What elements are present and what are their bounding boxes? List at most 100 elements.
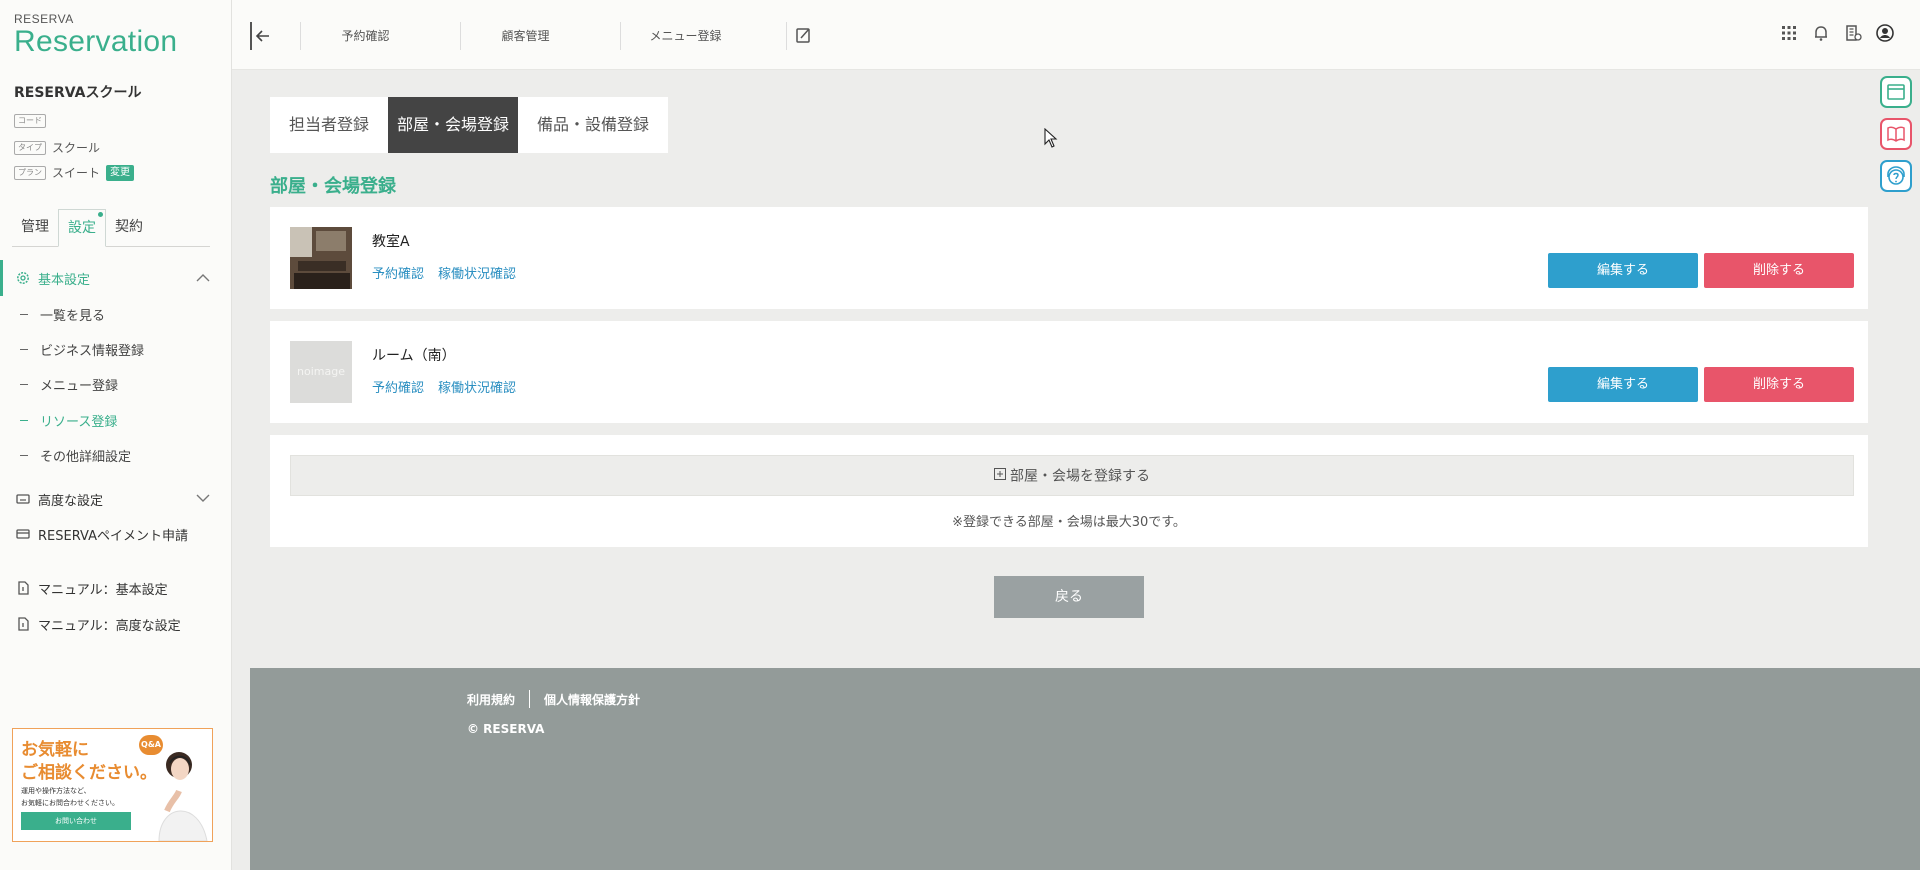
app-logo[interactable]: RESERVA Reservation — [14, 12, 177, 57]
contact-button[interactable]: お問い合わせ — [21, 812, 131, 830]
meta-value-type: スクール — [52, 141, 101, 155]
back-button[interactable]: 戻る — [994, 576, 1144, 618]
support-float-button[interactable] — [1880, 160, 1912, 192]
sidebar: RESERVA Reservation RESERVAスクール コード タイプ … — [0, 0, 232, 870]
delete-resource-button[interactable]: 削除する — [1704, 367, 1854, 402]
chevron-up-icon — [196, 271, 210, 286]
book-icon — [1887, 126, 1905, 142]
logo-small-text: RESERVA — [14, 12, 74, 26]
meta-tag-type: タイプ — [14, 140, 46, 155]
add-room-button[interactable]: 部屋・会場を登録する — [290, 455, 1854, 496]
resource-thumbnail-placeholder: noimage — [290, 341, 352, 403]
nav-basic-settings[interactable]: 基本設定 — [0, 260, 232, 296]
nav-payment-label: RESERVAペイメント申請 — [38, 528, 188, 544]
resource-links: 予約確認 稼働状況確認 — [372, 263, 516, 282]
edit-resource-button[interactable]: 編集する — [1548, 367, 1698, 402]
top-nav-reservations[interactable]: 予約確認 — [300, 22, 430, 50]
resource-thumbnail — [290, 227, 352, 289]
card-icon — [16, 527, 30, 541]
resource-card: noimage ルーム（南） 予約確認 稼働状況確認 編集する 削除する — [270, 321, 1868, 423]
building-icon[interactable] — [1844, 24, 1862, 46]
collapse-sidebar-button[interactable] — [250, 22, 274, 50]
nav-advanced-settings[interactable]: 高度な設定 — [0, 481, 232, 517]
meta-plan-row: プラン スイート 変更 — [14, 164, 135, 181]
dash-marker — [20, 384, 28, 385]
resource-tabs: 担当者登録 部屋・会場登録 備品・設備登録 — [270, 97, 669, 153]
operator-illustration — [149, 741, 212, 841]
user-icon[interactable] — [1876, 24, 1894, 46]
bell-icon[interactable] — [1812, 24, 1830, 46]
resource-name: 教室A — [372, 234, 410, 250]
arrow-left-icon — [255, 30, 269, 42]
tab-room-registration[interactable]: 部屋・会場登録 — [388, 97, 519, 153]
nav-payment-application[interactable]: RESERVAペイメント申請 — [0, 516, 232, 552]
nav-sub-resources[interactable]: リソース登録 — [20, 411, 117, 430]
contact-banner[interactable]: お気軽に ご相談ください。 Q&A 運用や操作方法など、 お気軽にお問合わせくだ… — [12, 728, 213, 842]
edit-resource-button[interactable]: 編集する — [1548, 253, 1698, 288]
dash-marker — [20, 455, 28, 456]
utilization-check-link[interactable]: 稼働状況確認 — [438, 377, 516, 396]
limit-note: ※登録できる部屋・会場は最大30です。 — [952, 515, 1186, 530]
manual-float-button[interactable] — [1880, 118, 1912, 150]
meta-tag-code: コード — [14, 114, 46, 128]
nav-manual-basic-label: マニュアル：基本設定 — [38, 582, 168, 598]
mouse-cursor — [1044, 127, 1058, 152]
banner-line1: お気軽に — [21, 740, 89, 760]
nav-advanced-label: 高度な設定 — [38, 493, 104, 509]
footer-links: 利用規約 個人情報保護方針 — [467, 690, 640, 708]
add-resource-card: 部屋・会場を登録する ※登録できる部屋・会場は最大30です。 — [270, 435, 1868, 547]
tab-contract[interactable]: 契約 — [106, 209, 152, 246]
edit-icon — [796, 28, 810, 43]
notification-dot — [98, 212, 103, 217]
change-plan-button[interactable]: 変更 — [106, 164, 135, 181]
tab-manage[interactable]: 管理 — [12, 209, 58, 246]
keyboard-icon — [16, 492, 30, 506]
logo-big-text: Reservation — [14, 25, 178, 58]
meta-value-plan: スイート — [52, 166, 101, 180]
gear-icon — [16, 271, 30, 285]
nav-sub-overview[interactable]: 一覧を見る — [20, 305, 105, 324]
header-icons — [1780, 24, 1894, 46]
tab-settings[interactable]: 設定 — [58, 209, 106, 247]
page-title: 部屋・会場登録 — [270, 176, 396, 197]
nav-sub-business-info[interactable]: ビジネス情報登録 — [20, 340, 144, 359]
banner-desc1: 運用や操作方法など、 — [21, 787, 91, 795]
nav-sub-other-details[interactable]: その他詳細設定 — [20, 446, 131, 465]
chevron-down-icon — [196, 492, 210, 507]
nav-manual-advanced-label: マニュアル：高度な設定 — [38, 618, 181, 634]
nav-sub-label: ビジネス情報登録 — [40, 344, 145, 359]
nav-sub-menu[interactable]: メニュー登録 — [20, 375, 118, 394]
top-nav-customers[interactable]: 顧客管理 — [460, 22, 590, 50]
noimage-text: noimage — [297, 365, 345, 378]
nav-sub-label: 一覧を見る — [40, 309, 106, 324]
nav-manual-advanced[interactable]: マニュアル：高度な設定 — [0, 606, 232, 642]
window-float-button[interactable] — [1880, 76, 1912, 108]
grid-icon[interactable] — [1780, 24, 1798, 46]
terms-link[interactable]: 利用規約 — [467, 691, 515, 708]
resource-name: ルーム（南） — [372, 348, 456, 364]
tab-staff-registration[interactable]: 担当者登録 — [270, 97, 388, 153]
plus-square-icon — [994, 456, 1006, 497]
reservation-check-link[interactable]: 予約確認 — [372, 377, 424, 396]
delete-resource-button[interactable]: 削除する — [1704, 253, 1854, 288]
privacy-link[interactable]: 個人情報保護方針 — [544, 691, 640, 708]
window-icon — [1887, 84, 1905, 100]
utilization-check-link[interactable]: 稼働状況確認 — [438, 263, 516, 282]
reservation-check-link[interactable]: 予約確認 — [372, 263, 424, 282]
nav-sub-label: その他詳細設定 — [40, 450, 132, 465]
nav-manual-basic[interactable]: マニュアル：基本設定 — [0, 570, 232, 606]
dash-marker — [20, 349, 28, 350]
top-nav-menu[interactable]: メニュー登録 — [620, 22, 750, 50]
edit-button[interactable] — [786, 22, 820, 50]
banner-line2: ご相談ください。 — [21, 763, 157, 783]
shop-name: RESERVAスクール — [14, 85, 142, 101]
dash-marker — [20, 420, 28, 421]
banner-desc2: お気軽にお問合わせください。 — [21, 799, 119, 807]
resource-links: 予約確認 稼働状況確認 — [372, 377, 516, 396]
tab-equipment-registration[interactable]: 備品・設備登録 — [518, 97, 668, 153]
dash-marker — [20, 314, 28, 315]
resource-card: 教室A 予約確認 稼働状況確認 編集する 削除する — [270, 207, 1868, 309]
meta-tag-plan: プラン — [14, 165, 46, 180]
nav-sub-label: リソース登録 — [40, 415, 118, 430]
headset-help-icon — [1887, 166, 1905, 185]
